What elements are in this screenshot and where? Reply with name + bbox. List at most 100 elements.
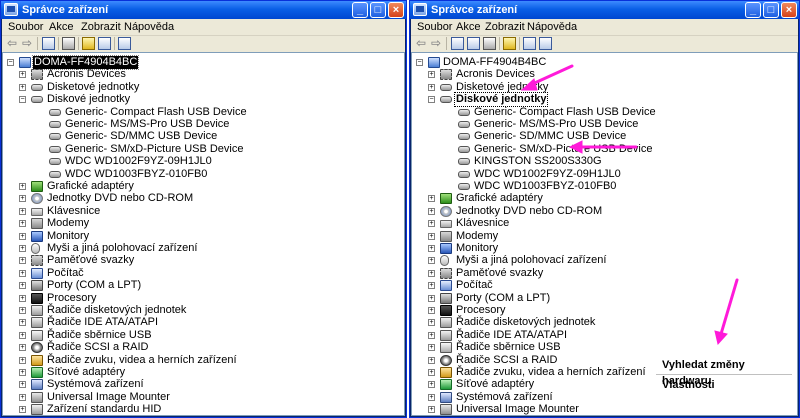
expand-toggle[interactable]: + [428,406,435,414]
menu-soubor[interactable]: Soubor [8,21,43,33]
expand-toggle[interactable]: + [19,331,26,339]
expand-toggle[interactable]: + [19,282,26,290]
tree-item-label: Generic- SD/MMC USB Device [474,130,627,143]
expand-toggle[interactable]: + [19,294,26,302]
print-icon[interactable] [483,37,496,50]
expand-toggle[interactable]: + [19,71,26,79]
expand-toggle[interactable]: + [428,356,435,364]
expand-toggle[interactable]: + [428,71,435,79]
maximize-button[interactable]: □ [370,2,386,18]
menu-soubor[interactable]: Soubor [417,21,452,33]
expand-toggle[interactable]: + [428,282,435,290]
collapse-toggle[interactable]: − [19,96,26,104]
expand-toggle[interactable]: + [428,307,435,314]
tree-item-label: Monitory [456,242,499,254]
expand-toggle[interactable]: + [428,83,435,91]
menu-item-scan-hardware[interactable]: Vyhledat změny hardwaru [652,357,796,387]
minimize-button[interactable]: _ [745,2,761,18]
expand-toggle[interactable]: + [428,207,435,215]
back-arrow-icon[interactable]: ⇦ [7,37,20,50]
properties-icon[interactable] [451,37,464,50]
update-driver-icon[interactable] [539,37,552,50]
controller-icon [31,317,43,329]
expand-toggle[interactable]: + [19,245,26,252]
expand-toggle[interactable]: + [19,207,26,215]
print-icon[interactable] [62,37,75,50]
toolbar: ⇦ ⇨ [2,36,405,52]
tree-item-label: Počítač [47,266,84,279]
minimize-button[interactable]: _ [352,2,368,18]
tree-item-label: Řadiče disketových jednotek [456,316,596,329]
expand-toggle[interactable]: + [19,369,26,376]
expand-toggle[interactable]: + [428,245,435,252]
help-icon[interactable] [503,37,516,50]
toolbar-separator [58,37,59,50]
view-icon[interactable] [98,37,111,50]
menu-zobrazit[interactable]: Zobrazit [81,21,121,33]
tree-item-label: Řadiče zvuku, videa a herních zařízení [47,353,237,366]
title-bar[interactable]: Správce zařízení _ □ × [410,1,799,19]
scan-hardware-icon[interactable] [523,37,536,50]
expand-toggle[interactable]: + [19,269,26,277]
menu-napoveda[interactable]: Nápověda [527,21,577,33]
expand-toggle[interactable]: + [19,183,26,190]
collapse-toggle[interactable]: − [428,96,435,104]
close-button[interactable]: × [781,2,797,18]
tree-item-label: Myši a jiná polohovací zařízení [456,254,607,267]
expand-toggle[interactable]: + [19,319,26,327]
display-icon [440,193,452,205]
expand-toggle[interactable]: + [428,344,435,352]
menu-akce[interactable]: Akce [456,21,480,33]
collapse-toggle[interactable]: − [416,59,423,66]
expand-toggle[interactable]: + [428,381,435,389]
expand-toggle[interactable]: + [19,344,26,352]
expand-toggle[interactable]: + [19,406,26,414]
menu-zobrazit[interactable]: Zobrazit [485,21,525,33]
device-manager-icon [413,3,427,16]
cd-icon [31,193,43,205]
device-tree[interactable]: − DOMA-FF4904B4BC + Acronis Devices + Disketo… [2,52,405,416]
device-manager-window-right: Správce zařízení _ □ × Soubor Akce Zobra… [409,0,800,418]
menu-bar: Soubor Akce Zobrazit Nápověda [2,19,405,36]
menu-akce[interactable]: Akce [49,21,73,33]
expand-toggle[interactable]: + [428,331,435,339]
keyboard-icon [440,220,452,229]
device-manager-icon [4,3,18,16]
expand-toggle[interactable]: + [428,294,435,302]
close-button[interactable]: × [388,2,404,18]
expand-toggle[interactable]: + [19,381,26,389]
expand-toggle[interactable]: + [428,319,435,327]
expand-toggle[interactable]: + [428,220,435,228]
title-bar[interactable]: Správce zařízení _ □ × [1,1,406,19]
device-manager-window-left: Správce zařízení _ □ × Soubor Akce Zobra… [0,0,407,418]
view-icon[interactable] [467,37,480,50]
expand-toggle[interactable]: + [19,393,26,401]
help-icon[interactable] [82,37,95,50]
expand-toggle[interactable]: + [19,356,26,364]
device-tree[interactable]: Vyhledat změny hardwaru Vlastnosti − DOMA… [411,52,798,416]
tree-item-label: Systémová zařízení [456,390,553,403]
expand-toggle[interactable]: + [428,195,435,203]
forward-arrow-icon[interactable]: ⇨ [431,37,444,50]
expand-toggle[interactable]: + [428,232,435,240]
properties-icon[interactable] [42,37,55,50]
expand-toggle[interactable]: + [428,369,435,376]
expand-toggle[interactable]: + [428,257,435,265]
menu-item-properties[interactable]: Vlastnosti [652,377,796,393]
expand-toggle[interactable]: + [19,220,26,228]
expand-toggle[interactable]: + [19,257,26,265]
expand-toggle[interactable]: + [19,195,26,203]
forward-arrow-icon[interactable]: ⇨ [22,37,35,50]
tree-item-label: Síťové adaptéry [47,366,126,378]
expand-toggle[interactable]: + [428,393,435,401]
scan-hardware-icon[interactable] [118,37,131,50]
collapse-toggle[interactable]: − [7,59,14,66]
expand-toggle[interactable]: + [19,307,26,314]
expand-toggle[interactable]: + [428,269,435,277]
expand-toggle[interactable]: + [19,232,26,240]
tree-item-label: Zařízení standardu HID [47,403,162,416]
maximize-button[interactable]: □ [763,2,779,18]
back-arrow-icon[interactable]: ⇦ [416,37,429,50]
expand-toggle[interactable]: + [19,83,26,91]
menu-napoveda[interactable]: Nápověda [124,21,174,33]
